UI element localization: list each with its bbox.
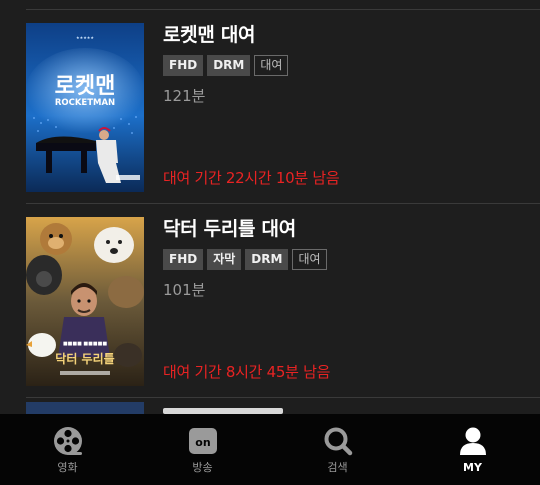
badge-subtitle: 자막 (207, 249, 242, 270)
tab-search[interactable]: 검색 (270, 414, 405, 485)
poster-rocketman-subtitle: ROCKETMAN (55, 98, 115, 108)
film-reel-icon (52, 425, 84, 457)
poster-rocketman-title: 로켓맨 (55, 74, 116, 99)
rental-remaining-time: 대여 기간 8시간 45분 남음 (163, 363, 331, 381)
badge-row: FHD DRM 대여 (163, 55, 530, 76)
rental-title[interactable]: 로켓맨 대여 (163, 22, 530, 48)
poster-dolittle-title: 닥터 두리틀 (55, 351, 114, 366)
tab-my-label: MY (463, 461, 482, 474)
on-tv-icon: on (187, 425, 219, 457)
badge-drm: DRM (207, 55, 251, 76)
tab-search-label: 검색 (327, 461, 348, 474)
svg-text:■■■■ ■■■■■: ■■■■ ■■■■■ (63, 341, 107, 347)
person-icon (457, 425, 489, 457)
badge-fhd: FHD (163, 249, 204, 270)
runtime: 101분 (163, 281, 206, 299)
tab-my[interactable]: MY (405, 414, 540, 485)
tab-broadcast-label: 방송 (192, 461, 213, 474)
rental-list: ★★★★★ 로켓맨 ROCKETMAN 로켓맨 대여 FHD DRM 대여 12… (0, 0, 540, 414)
badge-rental: 대여 (254, 55, 289, 76)
rental-title[interactable]: 닥터 두리틀 대여 (163, 216, 530, 242)
poster-rocketman-image: ★★★★★ 로켓맨 ROCKETMAN (26, 23, 144, 192)
tab-movie[interactable]: 영화 (0, 414, 135, 485)
search-icon (322, 425, 354, 457)
rental-item-dolittle[interactable]: ■■■■ ■■■■■ 닥터 두리틀 닥터 두리틀 대여 FHD 자막 DRM 대… (26, 204, 540, 398)
on-icon-text: on (195, 436, 210, 449)
badge-rental: 대여 (292, 249, 327, 270)
bottom-tab-bar: 영화 on 방송 검색 MY (0, 414, 540, 485)
item-divider (26, 397, 540, 398)
svg-text:★★★★★: ★★★★★ (76, 35, 94, 40)
tab-movie-label: 영화 (57, 461, 78, 474)
badge-drm: DRM (245, 249, 289, 270)
next-item-poster-peek[interactable] (26, 402, 144, 414)
badge-fhd: FHD (163, 55, 204, 76)
poster-rocketman[interactable]: ★★★★★ 로켓맨 ROCKETMAN (26, 23, 144, 192)
rental-remaining-time: 대여 기간 22시간 10분 남음 (163, 169, 340, 187)
poster-dolittle[interactable]: ■■■■ ■■■■■ 닥터 두리틀 (26, 217, 144, 386)
badge-row: FHD 자막 DRM 대여 (163, 249, 530, 270)
tab-broadcast[interactable]: on 방송 (135, 414, 270, 485)
poster-dolittle-image: ■■■■ ■■■■■ 닥터 두리틀 (26, 217, 144, 386)
runtime: 121분 (163, 87, 206, 105)
rental-item-rocketman[interactable]: ★★★★★ 로켓맨 ROCKETMAN 로켓맨 대여 FHD DRM 대여 12… (26, 10, 540, 204)
